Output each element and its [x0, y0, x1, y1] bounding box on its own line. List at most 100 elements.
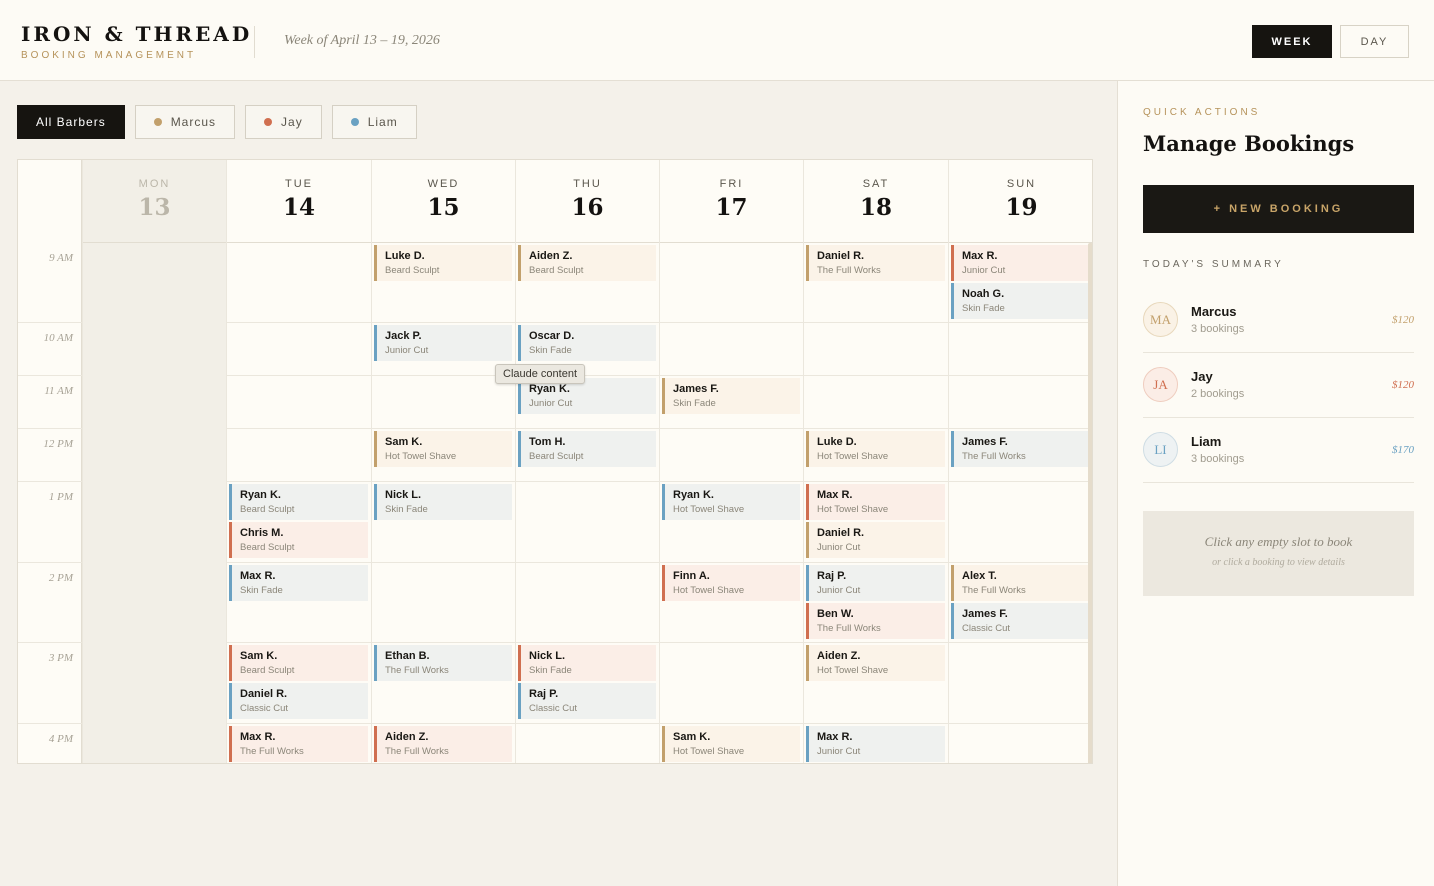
booking-card[interactable]: James F. Classic Cut	[951, 603, 1091, 639]
booking-card[interactable]: Aiden Z. Hot Towel Shave	[806, 645, 945, 681]
barber-color-dot	[153, 118, 162, 126]
brand: IRON & THREAD BOOKING MANAGEMENT	[21, 22, 252, 61]
booking-client-name: Ethan B.	[385, 650, 430, 662]
time-label: 3 PM	[48, 652, 73, 664]
booking-service: Junior Cut	[817, 746, 861, 757]
summary-list: MA Marcus 3 bookings $120 JA Jay 2 bookings $12…	[1143, 288, 1414, 483]
tooltip: Claude content	[495, 364, 585, 384]
day-header: WED 15	[372, 160, 515, 243]
booking-card[interactable]: Raj P. Junior Cut	[806, 565, 945, 601]
booking-client-name: Max R.	[817, 489, 853, 501]
day-of-week: MON	[138, 178, 171, 190]
booking-client-name: Finn A.	[673, 570, 710, 582]
day-number: 15	[427, 194, 460, 221]
filter-chip-all-barbers[interactable]: All Barbers	[17, 105, 125, 139]
booking-card[interactable]: Chris M. Beard Sculpt	[229, 522, 368, 558]
booking-service: Hot Towel Shave	[385, 451, 457, 462]
booking-card[interactable]: Max R. Junior Cut	[806, 726, 945, 762]
booking-service: Junior Cut	[817, 585, 861, 596]
booking-service: The Full Works	[817, 623, 881, 634]
booking-card[interactable]: Jack P. Junior Cut	[374, 325, 512, 361]
booking-client-name: Luke D.	[385, 250, 425, 262]
summary-label: TODAY'S SUMMARY	[1143, 259, 1284, 270]
filter-chip-marcus[interactable]: Marcus	[134, 105, 236, 139]
booking-card[interactable]: Daniel R. Junior Cut	[806, 522, 945, 558]
booking-service: Skin Fade	[529, 345, 572, 356]
week-calendar: 9 AM 10 AM 11 AM 12 PM 1 PM 2 PM 3 PM 4 PM MON 1…	[17, 159, 1093, 764]
booking-service: Classic Cut	[529, 703, 578, 714]
booking-card[interactable]: Max R. Junior Cut	[951, 245, 1091, 281]
booking-card[interactable]: Sam K. Hot Towel Shave	[374, 431, 512, 467]
barber-name: Liam	[1191, 434, 1222, 449]
summary-item-jay[interactable]: JA Jay 2 bookings $120	[1143, 353, 1414, 418]
day-header: SUN 19	[949, 160, 1092, 243]
booking-service: Hot Towel Shave	[817, 665, 889, 676]
booking-service: Classic Cut	[962, 623, 1011, 634]
booking-client-name: Ryan K.	[240, 489, 281, 501]
booking-card[interactable]: Aiden Z. The Full Works	[374, 726, 512, 762]
booking-client-name: Chris M.	[240, 527, 284, 539]
booking-card[interactable]: Finn A. Hot Towel Shave	[662, 565, 800, 601]
booking-card[interactable]: Ben W. The Full Works	[806, 603, 945, 639]
day-number: 18	[859, 194, 892, 221]
booking-card[interactable]: Tom H. Beard Sculpt	[518, 431, 656, 467]
day-column-fri[interactable]: FRI 17	[659, 160, 803, 763]
booking-client-name: Ryan K.	[529, 383, 570, 395]
booking-client-name: Max R.	[240, 731, 276, 743]
filter-chip-jay[interactable]: Jay	[245, 105, 322, 139]
booking-client-name: Sam K.	[385, 436, 423, 448]
booking-card[interactable]: Max R. Hot Towel Shave	[806, 484, 945, 520]
booking-client-name: Noah G.	[962, 288, 1005, 300]
booking-service: Junior Cut	[817, 542, 861, 553]
booking-client-name: Ben W.	[817, 608, 854, 620]
booking-card[interactable]: Ethan B. The Full Works	[374, 645, 512, 681]
booking-card[interactable]: Max R. Skin Fade	[229, 565, 368, 601]
booking-card[interactable]: Sam K. Hot Towel Shave	[662, 726, 800, 762]
booking-client-name: Ryan K.	[673, 489, 714, 501]
booking-service: Beard Sculpt	[529, 265, 584, 276]
new-booking-button[interactable]: + NEW BOOKING	[1143, 185, 1414, 233]
calendar-scrollbar[interactable]	[1088, 243, 1092, 763]
booking-client-name: Raj P.	[529, 688, 559, 700]
booking-client-name: James F.	[962, 436, 1008, 448]
day-of-week: SUN	[1006, 178, 1037, 190]
booking-card[interactable]: Max R. The Full Works	[229, 726, 368, 762]
header-divider	[254, 26, 255, 58]
day-header: FRI 17	[660, 160, 803, 243]
booking-card[interactable]: Raj P. Classic Cut	[518, 683, 656, 719]
booking-card[interactable]: Luke D. Beard Sculpt	[374, 245, 512, 281]
booking-card[interactable]: Oscar D. Skin Fade	[518, 325, 656, 361]
booking-card[interactable]: James F. The Full Works	[951, 431, 1091, 467]
week-view-button[interactable]: WEEK	[1252, 25, 1332, 58]
filter-chip-liam[interactable]: Liam	[331, 105, 417, 139]
booking-card[interactable]: Sam K. Beard Sculpt	[229, 645, 368, 681]
day-column-mon[interactable]: MON 13	[82, 160, 226, 763]
summary-item-marcus[interactable]: MA Marcus 3 bookings $120	[1143, 288, 1414, 353]
time-label: 9 AM	[49, 252, 73, 264]
day-header: TUE 14	[227, 160, 371, 243]
booking-card[interactable]: Daniel R. The Full Works	[806, 245, 945, 281]
time-column: 9 AM 10 AM 11 AM 12 PM 1 PM 2 PM 3 PM 4 PM	[18, 160, 82, 763]
day-view-button[interactable]: DAY	[1340, 25, 1409, 58]
booking-card[interactable]: James F. Skin Fade	[662, 378, 800, 414]
booking-card[interactable]: Luke D. Hot Towel Shave	[806, 431, 945, 467]
booking-card[interactable]: Daniel R. Classic Cut	[229, 683, 368, 719]
day-number: 17	[715, 194, 748, 221]
hint-secondary: or click a booking to view details	[1212, 557, 1345, 568]
booking-card[interactable]: Alex T. The Full Works	[951, 565, 1091, 601]
day-of-week: WED	[427, 178, 460, 190]
booking-card[interactable]: Ryan K. Hot Towel Shave	[662, 484, 800, 520]
booking-card[interactable]: Noah G. Skin Fade	[951, 283, 1091, 319]
booking-card[interactable]: Nick L. Skin Fade	[374, 484, 512, 520]
booking-service: The Full Works	[962, 451, 1026, 462]
booking-card[interactable]: Ryan K. Beard Sculpt	[229, 484, 368, 520]
booking-card[interactable]: Nick L. Skin Fade	[518, 645, 656, 681]
day-number: 13	[138, 194, 171, 221]
booking-service: Hot Towel Shave	[673, 585, 745, 596]
booking-count: 3 bookings	[1191, 453, 1245, 465]
summary-item-liam[interactable]: LI Liam 3 bookings $170	[1143, 418, 1414, 483]
time-label: 11 AM	[44, 385, 73, 397]
booking-card[interactable]: Aiden Z. Beard Sculpt	[518, 245, 656, 281]
day-of-week: THU	[573, 178, 602, 190]
day-header: MON 13	[83, 160, 226, 243]
